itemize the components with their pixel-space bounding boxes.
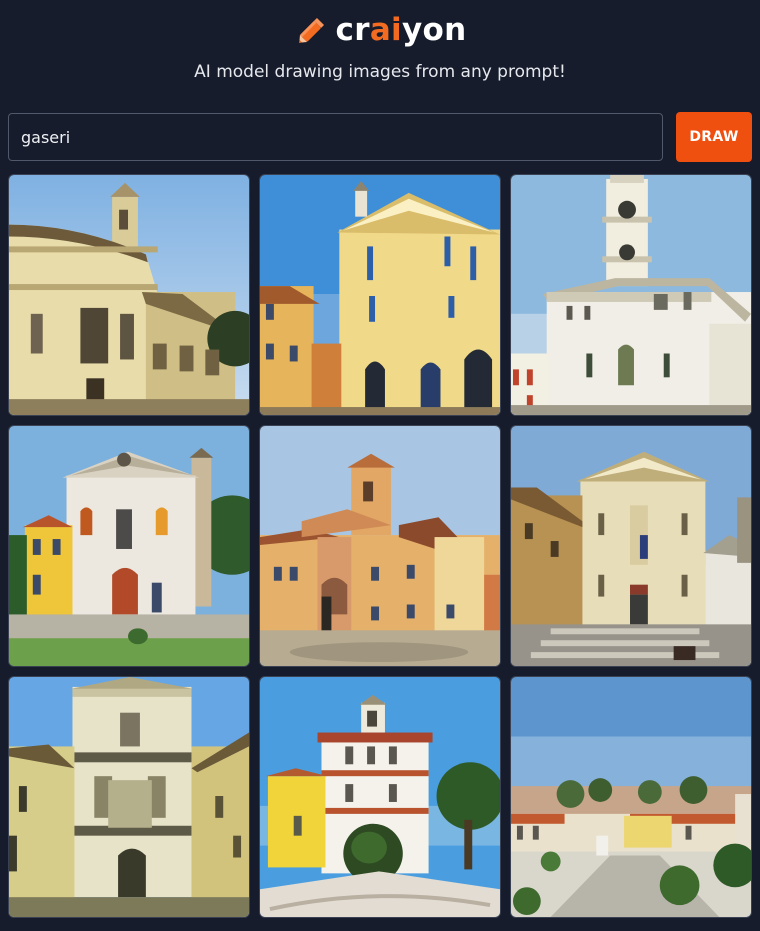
prompt-input[interactable]: [8, 113, 663, 161]
logo-text-part2: yon: [401, 12, 467, 48]
generated-image-8[interactable]: [259, 676, 501, 918]
generated-image-2[interactable]: [259, 174, 501, 416]
generated-image-1[interactable]: [8, 174, 250, 416]
tagline: AI model drawing images from any prompt!: [194, 62, 566, 82]
draw-button[interactable]: DRAW: [676, 112, 752, 162]
prompt-form: DRAW: [8, 112, 752, 162]
generated-image-3[interactable]: [510, 174, 752, 416]
page: craiyon AI model drawing images from any…: [0, 0, 760, 931]
generated-image-7[interactable]: [8, 676, 250, 918]
logo-text-accent: ai: [369, 12, 402, 48]
logo-wordmark: craiyon: [336, 12, 467, 48]
generated-image-9[interactable]: [510, 676, 752, 918]
generated-image-4[interactable]: [8, 425, 250, 667]
generated-image-6[interactable]: [510, 425, 752, 667]
generated-image-5[interactable]: [259, 425, 501, 667]
header: craiyon: [0, 8, 760, 52]
pencil-icon: [298, 17, 324, 43]
image-gallery: [8, 174, 752, 918]
logo-text-part1: cr: [335, 12, 370, 48]
